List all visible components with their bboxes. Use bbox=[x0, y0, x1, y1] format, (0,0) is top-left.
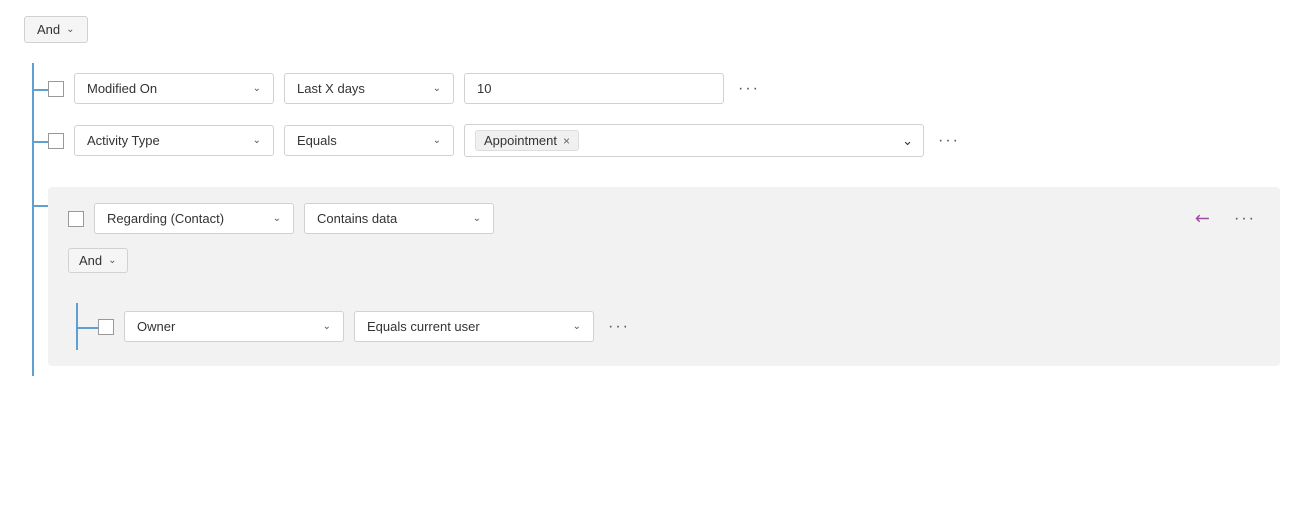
subgroup-checkbox[interactable] bbox=[68, 211, 84, 227]
nested-field-select[interactable]: Owner ⌄ bbox=[124, 311, 344, 342]
row2-field-chevron: ⌄ bbox=[253, 135, 261, 146]
top-and-label: And bbox=[37, 22, 60, 37]
row1-operator-select[interactable]: Last X days ⌄ bbox=[284, 73, 454, 104]
subgroup-more-button[interactable]: ··· bbox=[1230, 206, 1260, 232]
nested-operator-chevron: ⌄ bbox=[573, 321, 581, 332]
row1-checkbox[interactable] bbox=[48, 81, 64, 97]
row2-more-button[interactable]: ··· bbox=[934, 128, 964, 154]
nested-more-button[interactable]: ··· bbox=[604, 314, 634, 340]
filter-container: And ⌄ Modified On ⌄ Last X days ⌄ ··· bbox=[0, 0, 1304, 392]
row2-more-dots: ··· bbox=[938, 132, 960, 150]
sub-and-chevron: ⌄ bbox=[108, 255, 116, 266]
row1-operator-chevron: ⌄ bbox=[433, 83, 441, 94]
top-and-button[interactable]: And ⌄ bbox=[24, 16, 88, 43]
row2-tag: Appointment × bbox=[475, 130, 579, 151]
row2-operator-label: Equals bbox=[297, 133, 337, 148]
row1-operator-label: Last X days bbox=[297, 81, 365, 96]
subgroup-field-chevron: ⌄ bbox=[273, 213, 281, 224]
row2-tag-label: Appointment bbox=[484, 133, 557, 148]
sub-and-button[interactable]: And ⌄ bbox=[68, 248, 128, 273]
nested-checkbox[interactable] bbox=[98, 319, 114, 335]
nested-operator-select[interactable]: Equals current user ⌄ bbox=[354, 311, 594, 342]
sub-group: Regarding (Contact) ⌄ Contains data ⌄ ↗ … bbox=[48, 187, 1280, 366]
row2-tag-close[interactable]: × bbox=[563, 134, 570, 148]
subgroup-operator-select[interactable]: Contains data ⌄ bbox=[304, 203, 494, 234]
sub-and-row: And ⌄ bbox=[68, 248, 1260, 293]
subgroup-more-dots: ··· bbox=[1234, 210, 1256, 228]
row2-value-field[interactable]: Appointment × ⌄ bbox=[464, 124, 924, 157]
row1-field-select[interactable]: Modified On ⌄ bbox=[74, 73, 274, 104]
row2-operator-chevron: ⌄ bbox=[433, 135, 441, 146]
nested-field-chevron: ⌄ bbox=[323, 321, 331, 332]
filter-rows: Modified On ⌄ Last X days ⌄ ··· Activity… bbox=[24, 63, 1280, 376]
row2-field-select[interactable]: Activity Type ⌄ bbox=[74, 125, 274, 156]
top-and-chevron: ⌄ bbox=[66, 24, 74, 35]
row2-field-label: Activity Type bbox=[87, 133, 160, 148]
row1-value-input[interactable] bbox=[464, 73, 724, 104]
row1-field-chevron: ⌄ bbox=[253, 83, 261, 94]
row2-hline bbox=[32, 141, 48, 143]
row2: Activity Type ⌄ Equals ⌄ Appointment × ⌄… bbox=[48, 114, 1280, 167]
row1-more-button[interactable]: ··· bbox=[734, 76, 764, 102]
collapse-icon[interactable]: ↗ bbox=[1190, 206, 1216, 232]
row2-operator-select[interactable]: Equals ⌄ bbox=[284, 125, 454, 156]
row2-checkbox[interactable] bbox=[48, 133, 64, 149]
subgroup-wrapper: Regarding (Contact) ⌄ Contains data ⌄ ↗ … bbox=[48, 167, 1280, 376]
nested-field-label: Owner bbox=[137, 319, 175, 334]
subgroup-operator-chevron: ⌄ bbox=[473, 213, 481, 224]
row1-field-label: Modified On bbox=[87, 81, 157, 96]
subgroup-operator-label: Contains data bbox=[317, 211, 397, 226]
row2-value-chevron: ⌄ bbox=[902, 133, 913, 149]
nested-row-wrapper: Owner ⌄ Equals current user ⌄ ··· bbox=[68, 303, 1260, 350]
row1: Modified On ⌄ Last X days ⌄ ··· bbox=[48, 63, 1280, 114]
subgroup-field-select[interactable]: Regarding (Contact) ⌄ bbox=[94, 203, 294, 234]
row1-hline bbox=[32, 89, 48, 91]
subgroup-field-label: Regarding (Contact) bbox=[107, 211, 224, 226]
nested-filter-row: Owner ⌄ Equals current user ⌄ ··· bbox=[98, 303, 1260, 350]
nested-more-dots: ··· bbox=[608, 318, 630, 336]
sub-and-label: And bbox=[79, 253, 102, 268]
row1-more-dots: ··· bbox=[738, 80, 760, 98]
nested-operator-label: Equals current user bbox=[367, 319, 480, 334]
subgroup-row: Regarding (Contact) ⌄ Contains data ⌄ ↗ … bbox=[68, 203, 1260, 234]
subgroup-hline bbox=[32, 205, 48, 207]
left-vertical-line bbox=[32, 63, 34, 376]
nested-hline bbox=[76, 327, 98, 329]
